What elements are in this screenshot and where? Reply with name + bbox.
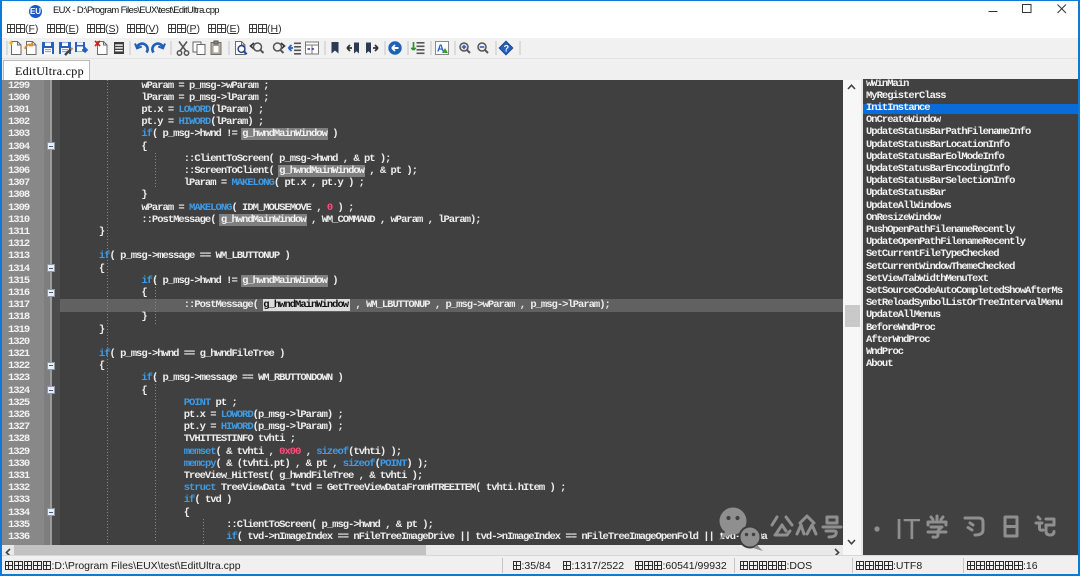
- svg-text:?: ?: [504, 43, 510, 53]
- svg-text:IT: IT: [895, 514, 921, 546]
